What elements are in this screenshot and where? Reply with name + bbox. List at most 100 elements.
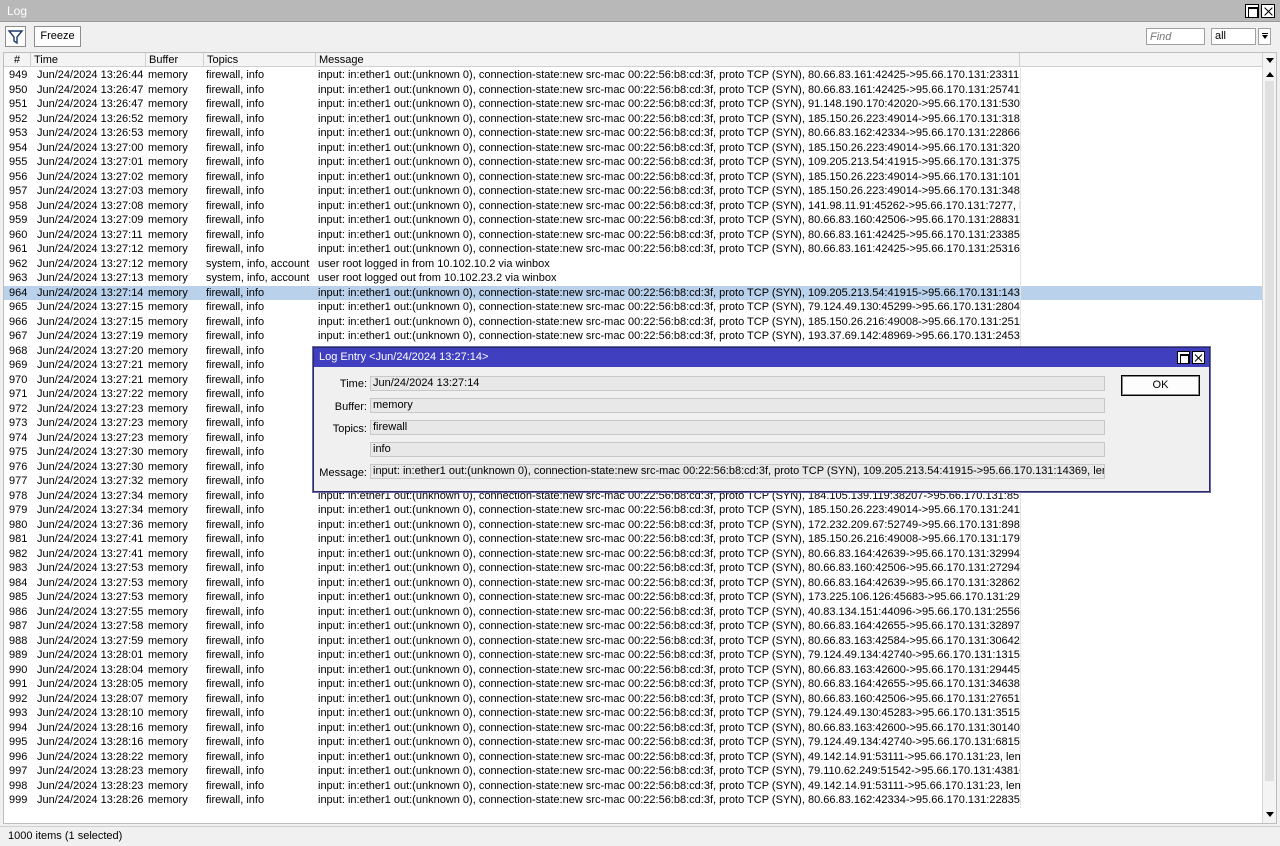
cell-num: 998	[9, 779, 28, 792]
cell-num: 970	[9, 373, 28, 386]
cell-num: 968	[9, 344, 28, 357]
scroll-down-icon[interactable]	[1265, 810, 1274, 819]
table-row[interactable]: 994 Jun/24/2024 13:28:16 memory firewall, i…	[4, 720, 1264, 735]
cell-message: input: in:ether1 out:(unknown 0), connec…	[318, 156, 1020, 168]
column-header-buffer[interactable]: Buffer	[146, 53, 204, 67]
maximize-icon[interactable]	[1177, 351, 1190, 364]
table-row[interactable]: 960 Jun/24/2024 13:27:11 memory firewall, i…	[4, 227, 1264, 242]
cell-message: input: in:ether1 out:(unknown 0), connec…	[318, 663, 1020, 676]
column-header-num[interactable]: #	[4, 53, 31, 67]
cell-buffer: memory	[148, 678, 188, 690]
close-icon[interactable]	[1192, 351, 1205, 364]
cell-buffer: memory	[148, 69, 188, 81]
table-row[interactable]: 959 Jun/24/2024 13:27:09 memory firewall, i…	[4, 213, 1264, 228]
find-input[interactable]	[1146, 28, 1205, 45]
cell-time: Jun/24/2024 13:27:14	[37, 286, 144, 299]
scroll-thumb[interactable]	[1265, 81, 1274, 781]
table-row[interactable]: 998 Jun/24/2024 13:28:23 memory firewall, i…	[4, 778, 1264, 793]
cell-topics: firewall, info	[206, 98, 265, 110]
table-row[interactable]: 996 Jun/24/2024 13:28:22 memory firewall, i…	[4, 749, 1264, 764]
table-row[interactable]: 989 Jun/24/2024 13:28:01 memory firewall, i…	[4, 648, 1264, 663]
dropdown-icon[interactable]	[1258, 28, 1271, 45]
row-separator	[1020, 590, 1021, 605]
table-row[interactable]: 956 Jun/24/2024 13:27:02 memory firewall, i…	[4, 169, 1264, 184]
window-titlebar: Log	[0, 0, 1280, 22]
table-row[interactable]: 951 Jun/24/2024 13:26:47 memory firewall, i…	[4, 97, 1264, 112]
table-row[interactable]: 999 Jun/24/2024 13:28:26 memory firewall, i…	[4, 793, 1264, 808]
scroll-up-icon[interactable]	[1265, 71, 1274, 79]
maximize-icon[interactable]	[1245, 4, 1259, 18]
cell-time: Jun/24/2024 13:27:02	[37, 170, 144, 183]
cell-message: input: in:ether1 out:(unknown 0), connec…	[318, 736, 1020, 748]
cell-num: 988	[9, 634, 28, 647]
table-row[interactable]: 980 Jun/24/2024 13:27:36 memory firewall, i…	[4, 517, 1264, 532]
column-header-message[interactable]: Message	[316, 53, 1020, 67]
table-row[interactable]: 949 Jun/24/2024 13:26:44 memory firewall, i…	[4, 68, 1264, 83]
cell-topics: firewall, info	[206, 475, 265, 487]
table-row[interactable]: 991 Jun/24/2024 13:28:05 memory firewall, i…	[4, 677, 1264, 692]
cell-num: 967	[9, 330, 28, 342]
table-row[interactable]: 965 Jun/24/2024 13:27:15 memory firewall, i…	[4, 300, 1264, 315]
cell-buffer: memory	[148, 127, 188, 139]
cell-time: Jun/24/2024 13:27:34	[37, 504, 144, 516]
table-row[interactable]: 986 Jun/24/2024 13:27:55 memory firewall, i…	[4, 604, 1264, 619]
table-row[interactable]: 992 Jun/24/2024 13:28:07 memory firewall, i…	[4, 691, 1264, 706]
table-row[interactable]: 967 Jun/24/2024 13:27:19 memory firewall, i…	[4, 329, 1264, 344]
table-row[interactable]: 962 Jun/24/2024 13:27:12 memory system, inf…	[4, 256, 1264, 271]
cell-num: 961	[9, 243, 28, 255]
filter-button[interactable]	[5, 26, 26, 47]
table-row[interactable]: 950 Jun/24/2024 13:26:47 memory firewall, i…	[4, 82, 1264, 97]
cell-buffer: memory	[148, 547, 188, 560]
table-row[interactable]: 987 Jun/24/2024 13:27:58 memory firewall, i…	[4, 619, 1264, 634]
cell-time: Jun/24/2024 13:27:21	[37, 373, 144, 386]
table-row[interactable]: 958 Jun/24/2024 13:27:08 memory firewall, i…	[4, 198, 1264, 213]
table-row[interactable]: 955 Jun/24/2024 13:27:01 memory firewall, i…	[4, 155, 1264, 170]
table-row[interactable]: 957 Jun/24/2024 13:27:03 memory firewall, i…	[4, 184, 1264, 199]
cell-topics: firewall, info	[206, 562, 265, 574]
cell-buffer: memory	[148, 214, 188, 226]
cell-num: 962	[9, 257, 28, 270]
close-icon[interactable]	[1261, 4, 1275, 18]
table-row[interactable]: 988 Jun/24/2024 13:27:59 memory firewall, i…	[4, 633, 1264, 648]
freeze-button[interactable]: Freeze	[34, 26, 81, 47]
table-row[interactable]: 993 Jun/24/2024 13:28:10 memory firewall, i…	[4, 706, 1264, 721]
vertical-scrollbar[interactable]	[1262, 53, 1276, 823]
table-row[interactable]: 954 Jun/24/2024 13:27:00 memory firewall, i…	[4, 140, 1264, 155]
table-row[interactable]: 985 Jun/24/2024 13:27:53 memory firewall, i…	[4, 590, 1264, 605]
cell-time: Jun/24/2024 13:27:53	[37, 562, 144, 574]
table-row[interactable]: 981 Jun/24/2024 13:27:41 memory firewall, i…	[4, 532, 1264, 547]
cell-topics: firewall, info	[206, 692, 265, 705]
row-separator	[1020, 97, 1021, 112]
table-row[interactable]: 982 Jun/24/2024 13:27:41 memory firewall, i…	[4, 546, 1264, 561]
table-row[interactable]: 961 Jun/24/2024 13:27:12 memory firewall, i…	[4, 242, 1264, 257]
cell-time: Jun/24/2024 13:27:41	[37, 547, 144, 560]
cell-num: 999	[9, 794, 28, 806]
scroll-top-icon[interactable]	[1265, 56, 1274, 65]
row-separator	[1020, 213, 1021, 228]
table-row[interactable]: 964 Jun/24/2024 13:27:14 memory firewall, i…	[4, 285, 1264, 300]
table-row[interactable]: 997 Jun/24/2024 13:28:23 memory firewall, i…	[4, 764, 1264, 779]
table-row[interactable]: 995 Jun/24/2024 13:28:16 memory firewall, i…	[4, 735, 1264, 750]
row-separator	[1020, 285, 1021, 300]
table-row[interactable]: 966 Jun/24/2024 13:27:15 memory firewall, i…	[4, 314, 1264, 329]
cell-buffer: memory	[148, 504, 188, 516]
message-label: Message:	[319, 467, 367, 479]
table-row[interactable]: 953 Jun/24/2024 13:26:53 memory firewall, i…	[4, 126, 1264, 141]
cell-time: Jun/24/2024 13:27:08	[37, 199, 144, 212]
ok-button[interactable]: OK	[1121, 375, 1200, 396]
table-row[interactable]: 963 Jun/24/2024 13:27:13 memory system, inf…	[4, 271, 1264, 286]
table-row[interactable]: 979 Jun/24/2024 13:27:34 memory firewall, i…	[4, 503, 1264, 518]
row-separator	[1020, 677, 1021, 692]
topic-filter-select[interactable]: all	[1211, 28, 1256, 45]
cell-buffer: memory	[148, 373, 188, 386]
cell-topics: firewall, info	[206, 388, 265, 400]
cell-buffer: memory	[148, 750, 188, 763]
cell-message: input: in:ether1 out:(unknown 0), connec…	[318, 199, 1020, 212]
table-row[interactable]: 983 Jun/24/2024 13:27:53 memory firewall, i…	[4, 561, 1264, 576]
column-header-topics[interactable]: Topics	[204, 53, 316, 67]
table-row[interactable]: 984 Jun/24/2024 13:27:53 memory firewall, i…	[4, 575, 1264, 590]
table-row[interactable]: 952 Jun/24/2024 13:26:52 memory firewall, i…	[4, 111, 1264, 126]
row-separator	[1020, 517, 1021, 532]
column-header-time[interactable]: Time	[31, 53, 146, 67]
table-row[interactable]: 990 Jun/24/2024 13:28:04 memory firewall, i…	[4, 662, 1264, 677]
